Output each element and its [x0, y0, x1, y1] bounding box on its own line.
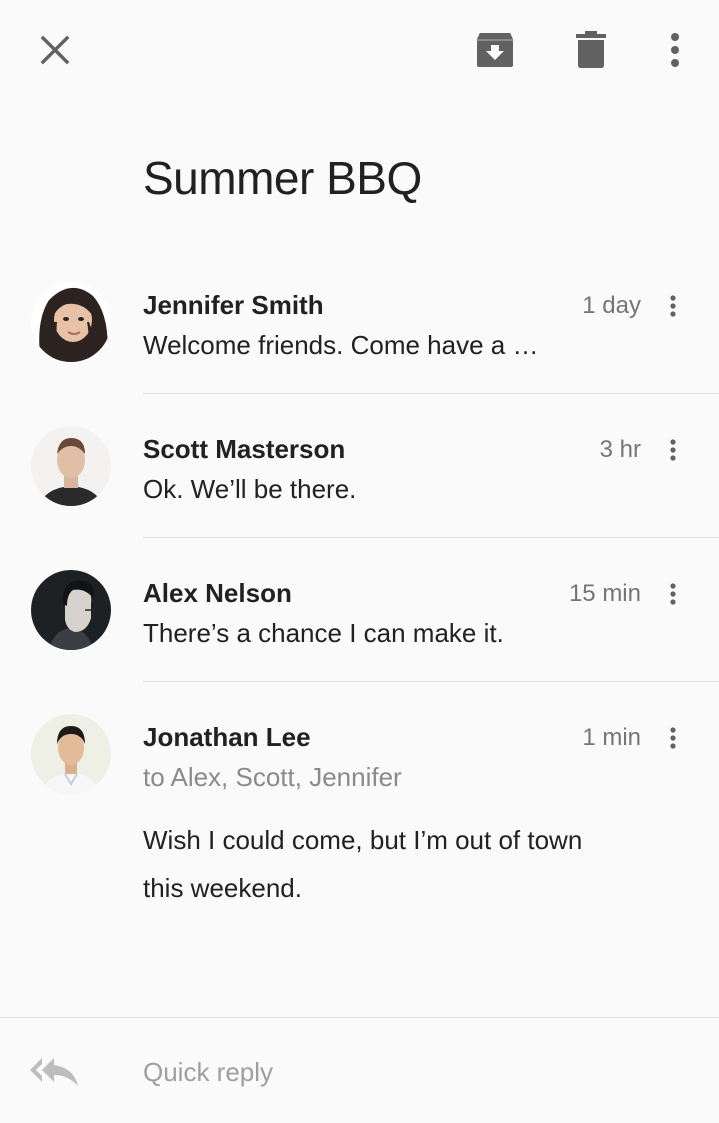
- message-body: Wish I could come, but I’m out of town t…: [143, 825, 583, 903]
- sender-name: Jonathan Lee: [143, 722, 311, 752]
- quick-reply-bar: [0, 1018, 719, 1123]
- divider: [143, 681, 719, 682]
- message-time: 1 day: [582, 292, 641, 319]
- more-options-button[interactable]: [651, 26, 699, 74]
- avatar-alex[interactable]: [31, 570, 111, 650]
- message-time: 15 min: [568, 580, 641, 607]
- sender-name: Alex Nelson: [143, 578, 292, 608]
- quick-reply-input[interactable]: [143, 1054, 683, 1090]
- avatar-scott[interactable]: [31, 426, 111, 506]
- message-recipients[interactable]: to Alex, Scott, Jennifer: [143, 760, 402, 794]
- more-vert-icon: [670, 583, 676, 605]
- divider: [143, 537, 719, 538]
- delete-button[interactable]: [567, 26, 615, 74]
- message-item[interactable]: Jennifer Smith 1 day Welcome friends. Co…: [0, 262, 719, 394]
- reply-all-icon: [30, 1058, 78, 1086]
- message-snippet: Ok. We’ll be there.: [143, 474, 357, 504]
- message-time: 3 hr: [599, 436, 641, 463]
- divider: [143, 393, 719, 394]
- archive-icon: [477, 33, 513, 67]
- message-snippet: There’s a chance I can make it.: [143, 618, 504, 648]
- sender-name: Scott Masterson: [143, 434, 346, 464]
- close-button[interactable]: [31, 26, 79, 74]
- more-vert-icon: [670, 439, 676, 461]
- more-vert-icon: [671, 33, 679, 67]
- thread-subject: Summer BBQ: [143, 152, 422, 204]
- message-more-button[interactable]: [657, 286, 689, 326]
- avatar-jonathan[interactable]: [31, 714, 111, 794]
- archive-button[interactable]: [471, 26, 519, 74]
- message-more-button[interactable]: [657, 718, 689, 758]
- reply-all-button[interactable]: [28, 1054, 84, 1094]
- more-vert-icon: [670, 727, 676, 749]
- toolbar: [0, 0, 719, 100]
- close-icon: [40, 35, 70, 65]
- delete-icon: [576, 31, 606, 68]
- message-item-expanded[interactable]: Jonathan Lee 1 min to Alex, Scott, Jenni…: [0, 694, 719, 934]
- avatar-jennifer[interactable]: [31, 282, 111, 362]
- message-time: 1 min: [582, 724, 641, 751]
- more-vert-icon: [670, 295, 676, 317]
- message-more-button[interactable]: [657, 430, 689, 470]
- message-item[interactable]: Scott Masterson 3 hr Ok. We’ll be there.: [0, 406, 719, 538]
- sender-name: Jennifer Smith: [143, 290, 324, 320]
- message-more-button[interactable]: [657, 574, 689, 614]
- message-snippet: Welcome friends. Come have a …: [143, 330, 539, 360]
- message-item[interactable]: Alex Nelson 15 min There’s a chance I ca…: [0, 550, 719, 682]
